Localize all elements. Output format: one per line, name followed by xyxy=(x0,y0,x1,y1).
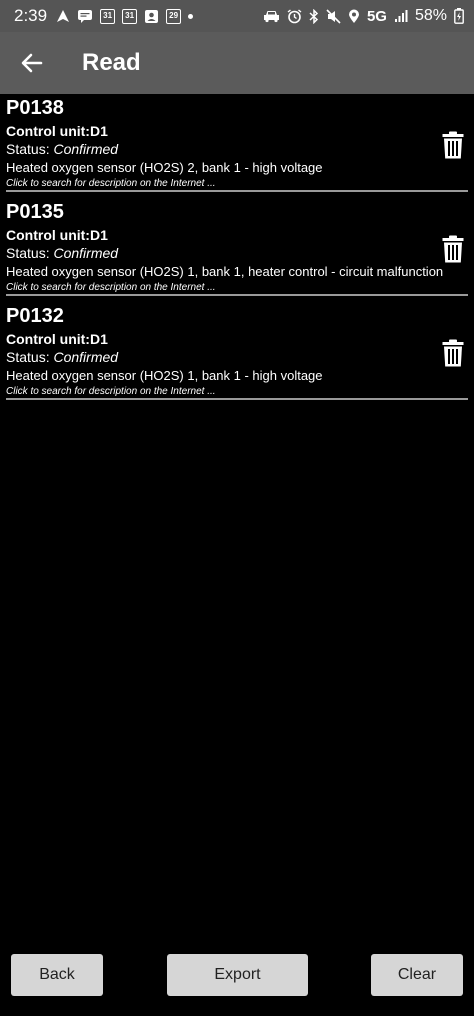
fault-list: P0138 Control unit:D1 Status: Confirmed … xyxy=(0,94,474,406)
fault-code: P0135 xyxy=(6,201,64,223)
battery-charging-icon xyxy=(454,8,464,24)
fault-status-value: Confirmed xyxy=(53,245,119,261)
fault-item[interactable]: P0138 Control unit:D1 Status: Confirmed … xyxy=(0,94,474,198)
contact-icon xyxy=(144,9,159,24)
trash-icon[interactable] xyxy=(442,235,464,263)
fault-item[interactable]: P0135 Control unit:D1 Status: Confirmed … xyxy=(0,198,474,302)
divider xyxy=(6,294,468,296)
fault-description: Heated oxygen sensor (HO2S) 1, bank 1 - … xyxy=(6,368,323,383)
fault-status-value: Confirmed xyxy=(53,141,119,157)
back-arrow-icon[interactable] xyxy=(2,32,62,94)
fault-control-unit: Control unit:D1 xyxy=(6,227,108,243)
fault-code: P0138 xyxy=(6,97,64,119)
calendar-icon: 31 xyxy=(100,8,116,24)
status-time: 2:39 xyxy=(14,6,48,25)
trash-icon[interactable] xyxy=(442,131,464,159)
calendar-icon: 29 xyxy=(166,8,182,24)
divider xyxy=(6,398,468,400)
app-bar: Read xyxy=(0,32,474,94)
network-label: 5G xyxy=(366,7,387,25)
bluetooth-icon xyxy=(309,8,319,24)
alarm-icon xyxy=(287,8,302,24)
internet-search-link[interactable]: Click to search for description on the I… xyxy=(6,178,216,189)
signal-icon xyxy=(394,9,408,23)
mute-icon xyxy=(326,8,341,24)
fault-status-value: Confirmed xyxy=(53,349,119,365)
export-button[interactable]: Export xyxy=(167,954,308,996)
status-right: 5G 58% xyxy=(263,7,464,25)
page-title: Read xyxy=(82,49,141,76)
fault-item[interactable]: P0132 Control unit:D1 Status: Confirmed … xyxy=(0,302,474,406)
fault-code: P0132 xyxy=(6,305,64,327)
fault-status: Status: Confirmed xyxy=(6,349,118,365)
trash-icon[interactable] xyxy=(442,339,464,367)
fault-description: Heated oxygen sensor (HO2S) 2, bank 1 - … xyxy=(6,160,323,175)
internet-search-link[interactable]: Click to search for description on the I… xyxy=(6,282,216,293)
fault-status-label: Status: xyxy=(6,349,54,365)
navigation-icon xyxy=(56,9,70,23)
notification-dot xyxy=(188,13,194,19)
clear-button[interactable]: Clear xyxy=(371,954,463,996)
internet-search-link[interactable]: Click to search for description on the I… xyxy=(6,386,216,397)
fault-control-unit: Control unit:D1 xyxy=(6,123,108,139)
location-icon xyxy=(348,9,360,24)
calendar-icon: 31 xyxy=(122,8,138,24)
car-icon xyxy=(263,9,280,23)
fault-description: Heated oxygen sensor (HO2S) 1, bank 1, h… xyxy=(6,264,444,279)
fault-status-label: Status: xyxy=(6,245,54,261)
divider xyxy=(6,190,468,192)
screen: 2:39 31 31 29 5G 58% Read P0138 Control … xyxy=(0,0,474,1016)
message-icon xyxy=(77,9,93,24)
fault-status-label: Status: xyxy=(6,141,54,157)
battery-level: 58% xyxy=(414,7,447,24)
back-button[interactable]: Back xyxy=(11,954,103,996)
fault-status: Status: Confirmed xyxy=(6,141,118,157)
fault-status: Status: Confirmed xyxy=(6,245,118,261)
status-bar: 2:39 31 31 29 5G 58% xyxy=(0,0,474,32)
fault-control-unit: Control unit:D1 xyxy=(6,331,108,347)
status-left: 2:39 31 31 29 xyxy=(14,6,194,26)
